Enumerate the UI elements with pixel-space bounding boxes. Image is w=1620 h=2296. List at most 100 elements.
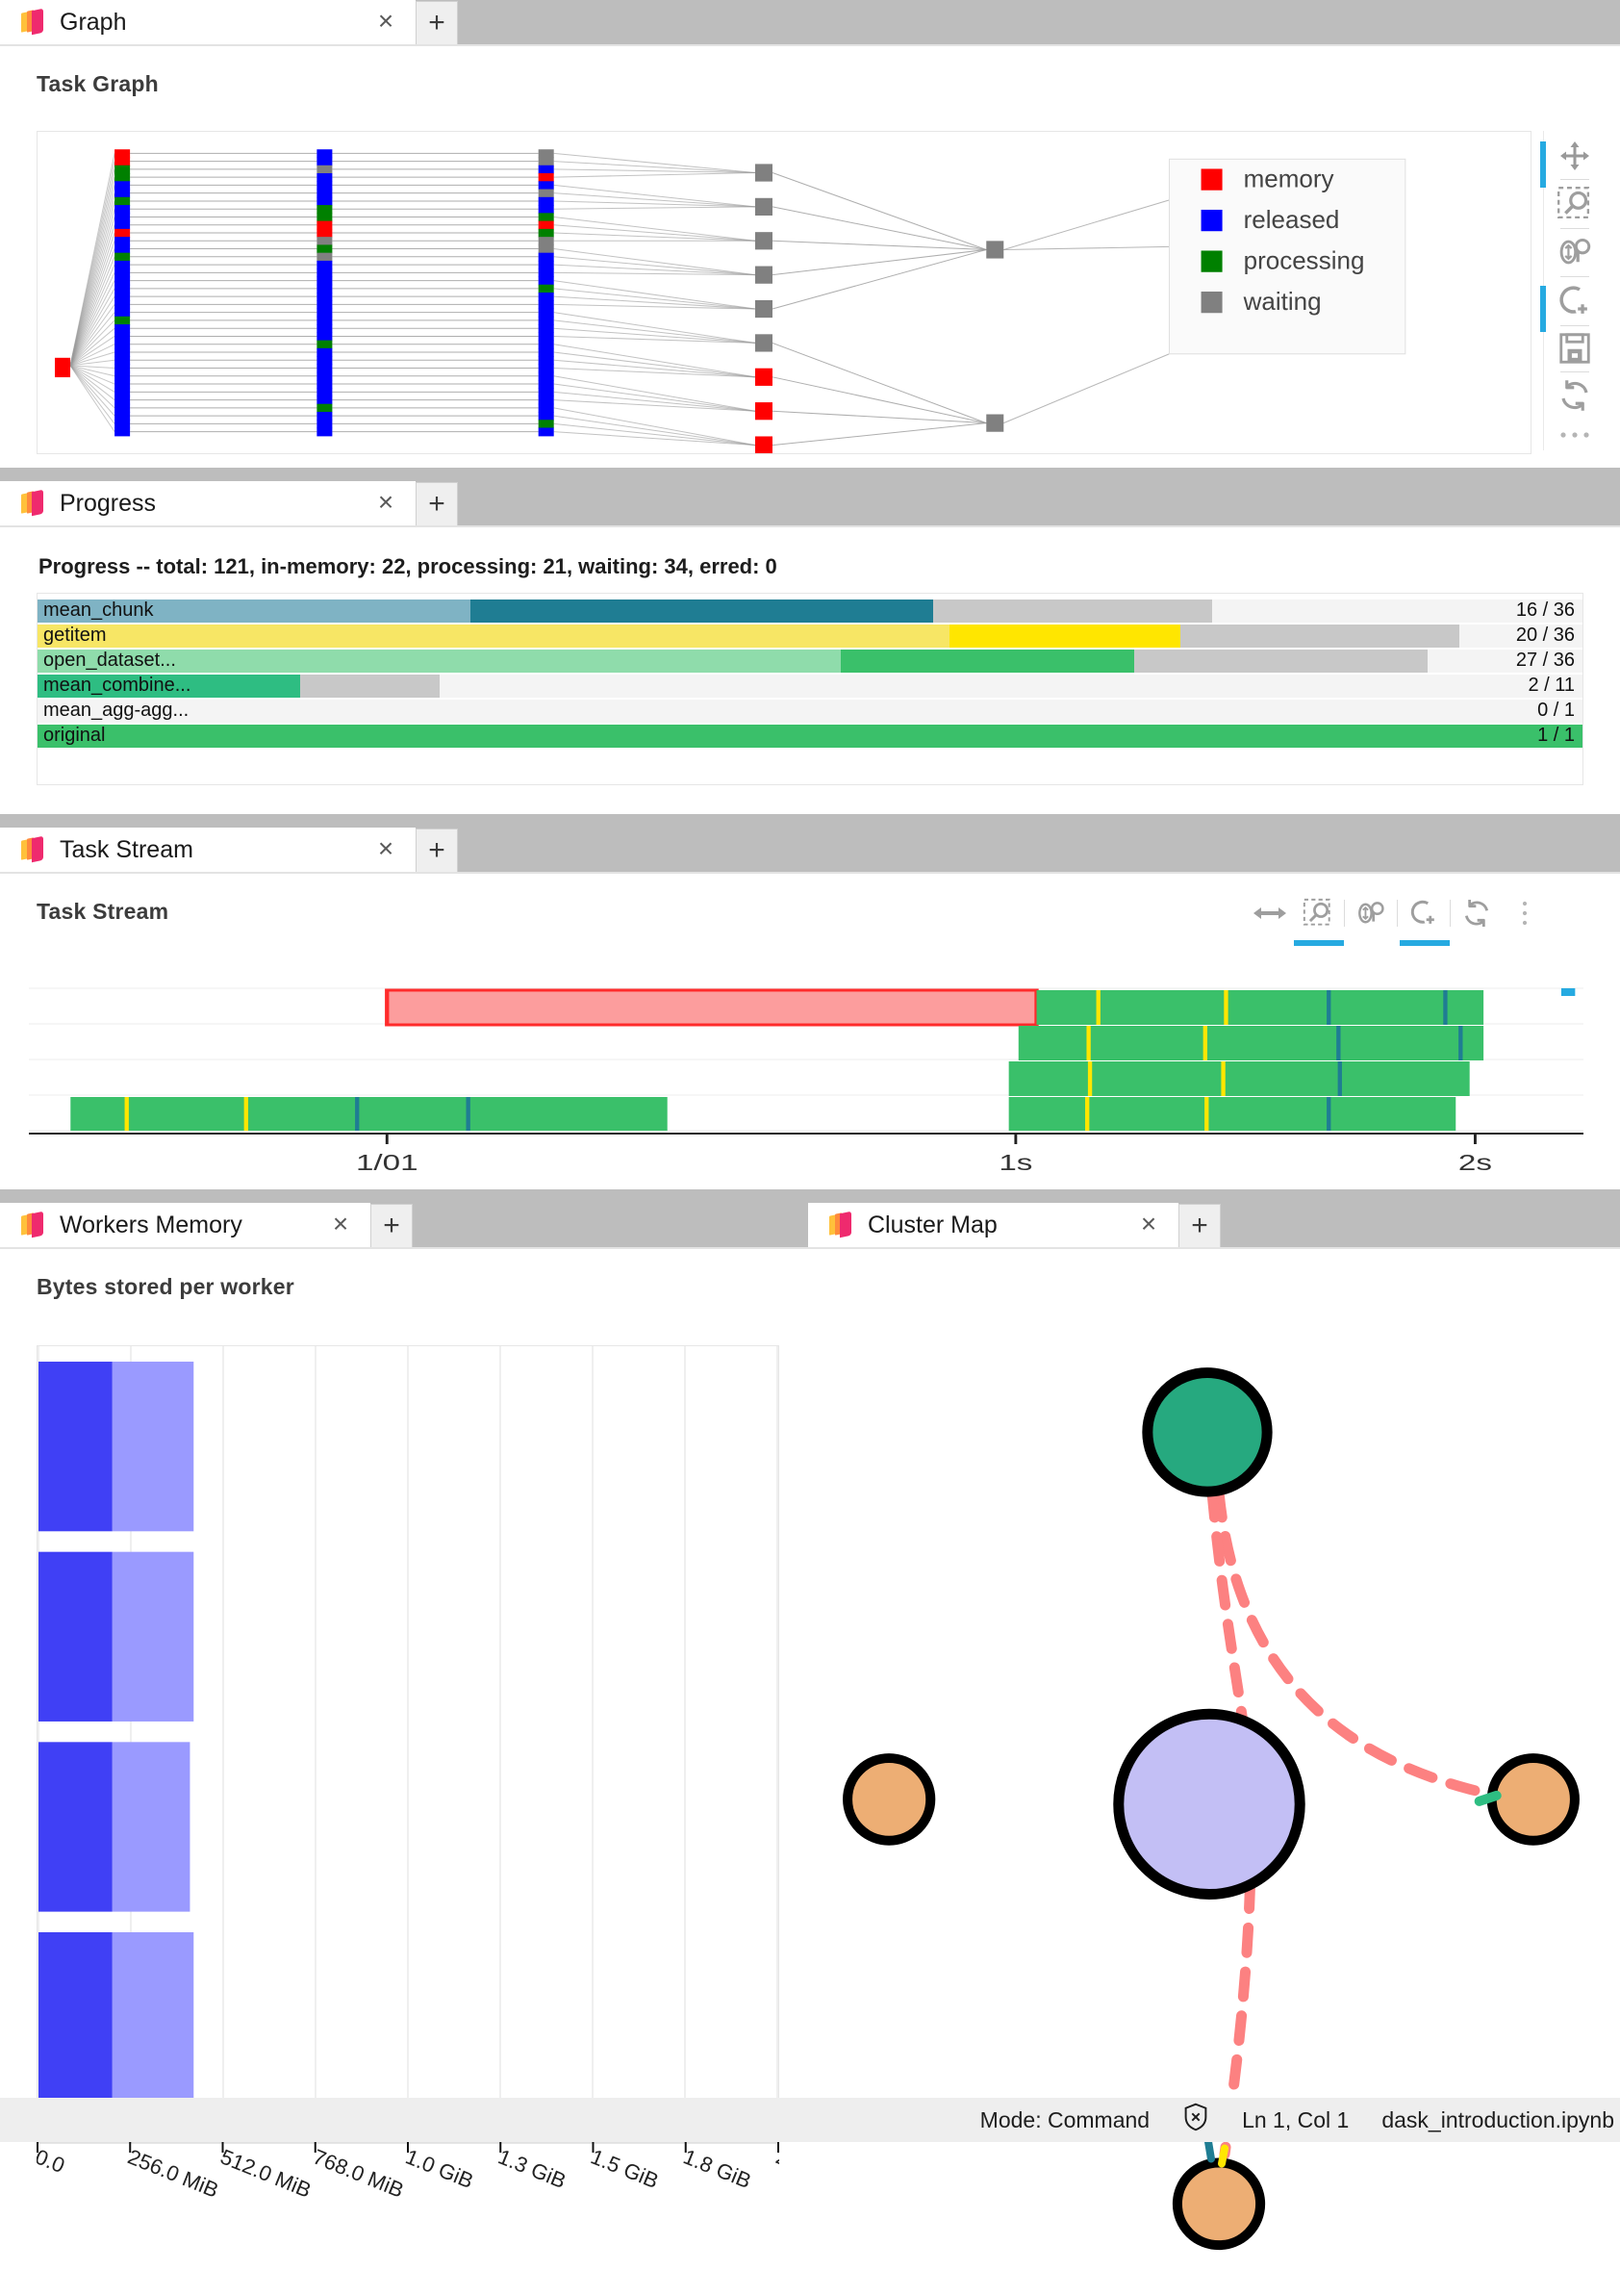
add-tab-button[interactable]: +	[416, 1, 458, 44]
task-graph-plot[interactable]: memoryreleasedprocessingwaiting	[37, 131, 1531, 454]
task-stream-marker[interactable]	[1458, 1026, 1462, 1060]
task-node[interactable]	[539, 157, 554, 166]
task-node[interactable]	[114, 332, 130, 341]
task-node[interactable]	[114, 276, 130, 285]
reset-zoom-icon[interactable]	[1402, 891, 1446, 935]
task-node-aggregate[interactable]	[755, 300, 772, 318]
task-node[interactable]	[539, 364, 554, 372]
add-tab-button[interactable]: +	[1178, 1204, 1221, 1247]
box-zoom-icon[interactable]	[1296, 891, 1340, 935]
task-node[interactable]	[316, 237, 332, 245]
add-tab-button[interactable]: +	[370, 1204, 413, 1247]
task-node[interactable]	[539, 372, 554, 381]
task-node[interactable]	[539, 253, 554, 262]
tab-graph[interactable]: Graph ×	[0, 0, 416, 44]
progress-bars[interactable]: mean_chunk16 / 36getitem20 / 36open_data…	[37, 593, 1583, 785]
task-node[interactable]	[114, 356, 130, 365]
worker-memory-managed-bar[interactable]	[38, 1362, 113, 1531]
task-node-final[interactable]	[986, 415, 1003, 432]
task-node-final[interactable]	[986, 241, 1003, 258]
task-node[interactable]	[539, 332, 554, 341]
task-node[interactable]	[114, 341, 130, 349]
status-filename[interactable]: dask_introduction.ipynb	[1381, 2107, 1614, 2133]
task-node[interactable]	[316, 166, 332, 174]
task-stream-marker[interactable]	[1097, 990, 1101, 1025]
task-node[interactable]	[114, 213, 130, 221]
task-node[interactable]	[316, 181, 332, 190]
tab-workers-memory[interactable]: Workers Memory ×	[0, 1203, 370, 1247]
task-node[interactable]	[114, 293, 130, 301]
task-node[interactable]	[316, 221, 332, 230]
task-node[interactable]	[539, 276, 554, 285]
task-node[interactable]	[316, 229, 332, 238]
task-node[interactable]	[539, 229, 554, 238]
task-node[interactable]	[316, 324, 332, 333]
task-node[interactable]	[114, 197, 130, 206]
cluster-node-worker[interactable]	[1492, 1758, 1575, 1841]
progress-bar-row[interactable]: mean_chunk16 / 36	[38, 600, 1582, 623]
task-stream-marker[interactable]	[586, 1097, 590, 1131]
task-node[interactable]	[539, 237, 554, 245]
worker-memory-unmanaged-bar[interactable]	[113, 1362, 193, 1531]
task-node[interactable]	[316, 149, 332, 158]
close-icon[interactable]: ×	[1132, 1209, 1165, 1241]
task-node[interactable]	[316, 276, 332, 285]
task-stream-compute[interactable]	[1009, 1061, 1470, 1096]
task-node[interactable]	[114, 190, 130, 198]
task-node[interactable]	[316, 285, 332, 293]
task-node[interactable]	[114, 149, 130, 158]
refresh-icon[interactable]	[1549, 378, 1601, 413]
task-node[interactable]	[114, 412, 130, 421]
task-node[interactable]	[316, 213, 332, 221]
task-node[interactable]	[316, 293, 332, 301]
tab-progress[interactable]: Progress ×	[0, 481, 416, 525]
task-node[interactable]	[539, 309, 554, 318]
task-node[interactable]	[539, 166, 554, 174]
task-node-aggregate[interactable]	[755, 198, 772, 216]
task-node[interactable]	[539, 190, 554, 198]
task-stream-compute[interactable]	[1009, 1097, 1456, 1131]
task-node[interactable]	[316, 420, 332, 428]
task-stream-marker[interactable]	[1086, 1026, 1090, 1060]
task-node[interactable]	[316, 356, 332, 365]
task-node[interactable]	[114, 285, 130, 293]
task-node[interactable]	[114, 205, 130, 214]
task-node[interactable]	[539, 356, 554, 365]
task-stream-marker[interactable]	[1203, 1026, 1207, 1060]
progress-bar-row[interactable]: original1 / 1	[38, 725, 1582, 748]
task-node[interactable]	[316, 268, 332, 277]
task-node-aggregate[interactable]	[755, 402, 772, 420]
task-node[interactable]	[316, 412, 332, 421]
worker-memory-managed-bar[interactable]	[38, 1932, 113, 2102]
task-stream-marker[interactable]	[1336, 1026, 1340, 1060]
task-stream-plot[interactable]	[29, 987, 1583, 1132]
wheel-zoom-icon[interactable]	[1549, 234, 1601, 270]
task-stream-marker[interactable]	[1224, 990, 1228, 1025]
task-stream-marker[interactable]	[1204, 1097, 1208, 1131]
task-stream-marker[interactable]	[355, 1097, 359, 1131]
task-node[interactable]	[539, 300, 554, 309]
tab-cluster-map[interactable]: Cluster Map ×	[808, 1203, 1178, 1247]
progress-bar-row[interactable]: mean_agg-agg...0 / 1	[38, 700, 1582, 723]
task-node[interactable]	[539, 404, 554, 413]
progress-bar-row[interactable]: open_dataset...27 / 36	[38, 650, 1582, 673]
close-icon[interactable]: ×	[324, 1209, 357, 1241]
task-node[interactable]	[114, 300, 130, 309]
close-icon[interactable]: ×	[369, 833, 402, 866]
cluster-node-scheduler-green[interactable]	[1148, 1373, 1267, 1492]
task-node[interactable]	[316, 197, 332, 206]
task-node[interactable]	[539, 412, 554, 421]
close-icon[interactable]: ×	[369, 6, 402, 38]
task-node-aggregate[interactable]	[755, 267, 772, 284]
task-node[interactable]	[316, 428, 332, 437]
task-node[interactable]	[539, 205, 554, 214]
task-node[interactable]	[114, 364, 130, 372]
tab-task-stream[interactable]: Task Stream ×	[0, 828, 416, 872]
task-node[interactable]	[114, 380, 130, 389]
task-node[interactable]	[539, 395, 554, 404]
task-node[interactable]	[539, 213, 554, 221]
task-node[interactable]	[539, 341, 554, 349]
wheel-zoom-icon[interactable]	[1349, 891, 1393, 935]
task-node[interactable]	[114, 309, 130, 318]
task-node[interactable]	[114, 173, 130, 182]
